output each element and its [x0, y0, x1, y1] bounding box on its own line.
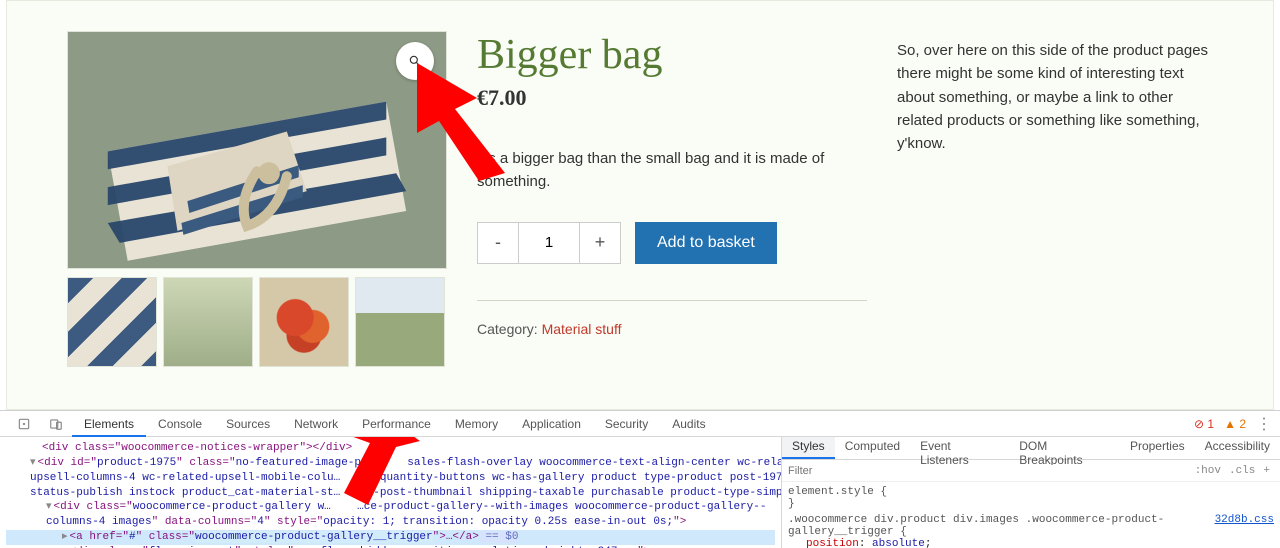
divider — [477, 300, 867, 301]
category-label: Category: — [477, 321, 542, 337]
product-description: It's a bigger bag than the small bag and… — [477, 147, 867, 194]
price-amount: 7.00 — [488, 85, 527, 110]
tab-network[interactable]: Network — [282, 411, 350, 437]
selected-dom-node[interactable]: <a href="#" class="woocommerce-product-g… — [6, 530, 775, 545]
styles-pane: Styles Computed Event Listeners DOM Brea… — [782, 437, 1280, 548]
thumbnail-1[interactable] — [67, 277, 157, 367]
devtools-tabbar: Elements Console Sources Network Perform… — [0, 411, 1280, 437]
thumbnail-4[interactable] — [355, 277, 445, 367]
tab-sources[interactable]: Sources — [214, 411, 282, 437]
elements-dom-tree[interactable]: <div class="woocommerce-notices-wrapper"… — [0, 437, 782, 548]
product-main-image[interactable] — [67, 31, 447, 269]
tab-performance[interactable]: Performance — [350, 411, 443, 437]
new-rule-button[interactable]: + — [1259, 465, 1274, 477]
tab-application[interactable]: Application — [510, 411, 593, 437]
stab-event-listeners[interactable]: Event Listeners — [910, 437, 1009, 459]
add-to-cart-form: - + Add to basket — [477, 222, 867, 264]
devtools-more-icon[interactable]: ⋮ — [1256, 414, 1272, 434]
stab-dom-breakpoints[interactable]: DOM Breakpoints — [1009, 437, 1120, 459]
inspect-icon[interactable] — [8, 417, 40, 431]
styles-filter-input[interactable] — [788, 465, 1191, 477]
thumbnail-3[interactable] — [259, 277, 349, 367]
sidebar-note: So, over here on this side of the produc… — [897, 31, 1213, 369]
thumbnail-row — [67, 277, 447, 367]
product-gallery — [67, 31, 447, 369]
stab-accessibility[interactable]: Accessibility — [1195, 437, 1280, 459]
product-meta: Category: Material stuff — [477, 321, 867, 337]
error-count[interactable]: ⊘ 1 — [1194, 417, 1214, 431]
tab-console[interactable]: Console — [146, 411, 214, 437]
qty-input[interactable] — [519, 222, 579, 264]
hov-toggle[interactable]: :hov — [1191, 465, 1225, 477]
qty-plus-button[interactable]: + — [579, 222, 621, 264]
qty-minus-button[interactable]: - — [477, 222, 519, 264]
css-rules[interactable]: element.style { } 32d8b.css .woocommerce… — [782, 482, 1280, 548]
product-price: €7.00 — [477, 85, 867, 111]
cls-toggle[interactable]: .cls — [1225, 465, 1259, 477]
zoom-trigger[interactable] — [396, 42, 434, 80]
tab-memory[interactable]: Memory — [443, 411, 510, 437]
product-summary: Bigger bag €7.00 It's a bigger bag than … — [477, 31, 867, 369]
stab-styles[interactable]: Styles — [782, 437, 835, 459]
stab-properties[interactable]: Properties — [1120, 437, 1195, 459]
thumbnail-2[interactable] — [163, 277, 253, 367]
warning-count[interactable]: ▲ 2 — [1224, 417, 1246, 431]
stab-computed[interactable]: Computed — [835, 437, 910, 459]
tab-elements[interactable]: Elements — [72, 411, 146, 437]
tab-security[interactable]: Security — [593, 411, 660, 437]
devtools-panel: Elements Console Sources Network Perform… — [0, 410, 1280, 547]
device-toggle-icon[interactable] — [40, 417, 72, 431]
add-to-basket-button[interactable]: Add to basket — [635, 222, 777, 264]
product-title: Bigger bag — [477, 31, 867, 79]
magnify-icon — [408, 54, 422, 68]
tab-audits[interactable]: Audits — [660, 411, 717, 437]
stylesheet-link[interactable]: 32d8b.css — [1215, 514, 1274, 526]
category-link[interactable]: Material stuff — [542, 321, 622, 337]
currency-symbol: € — [477, 85, 488, 110]
